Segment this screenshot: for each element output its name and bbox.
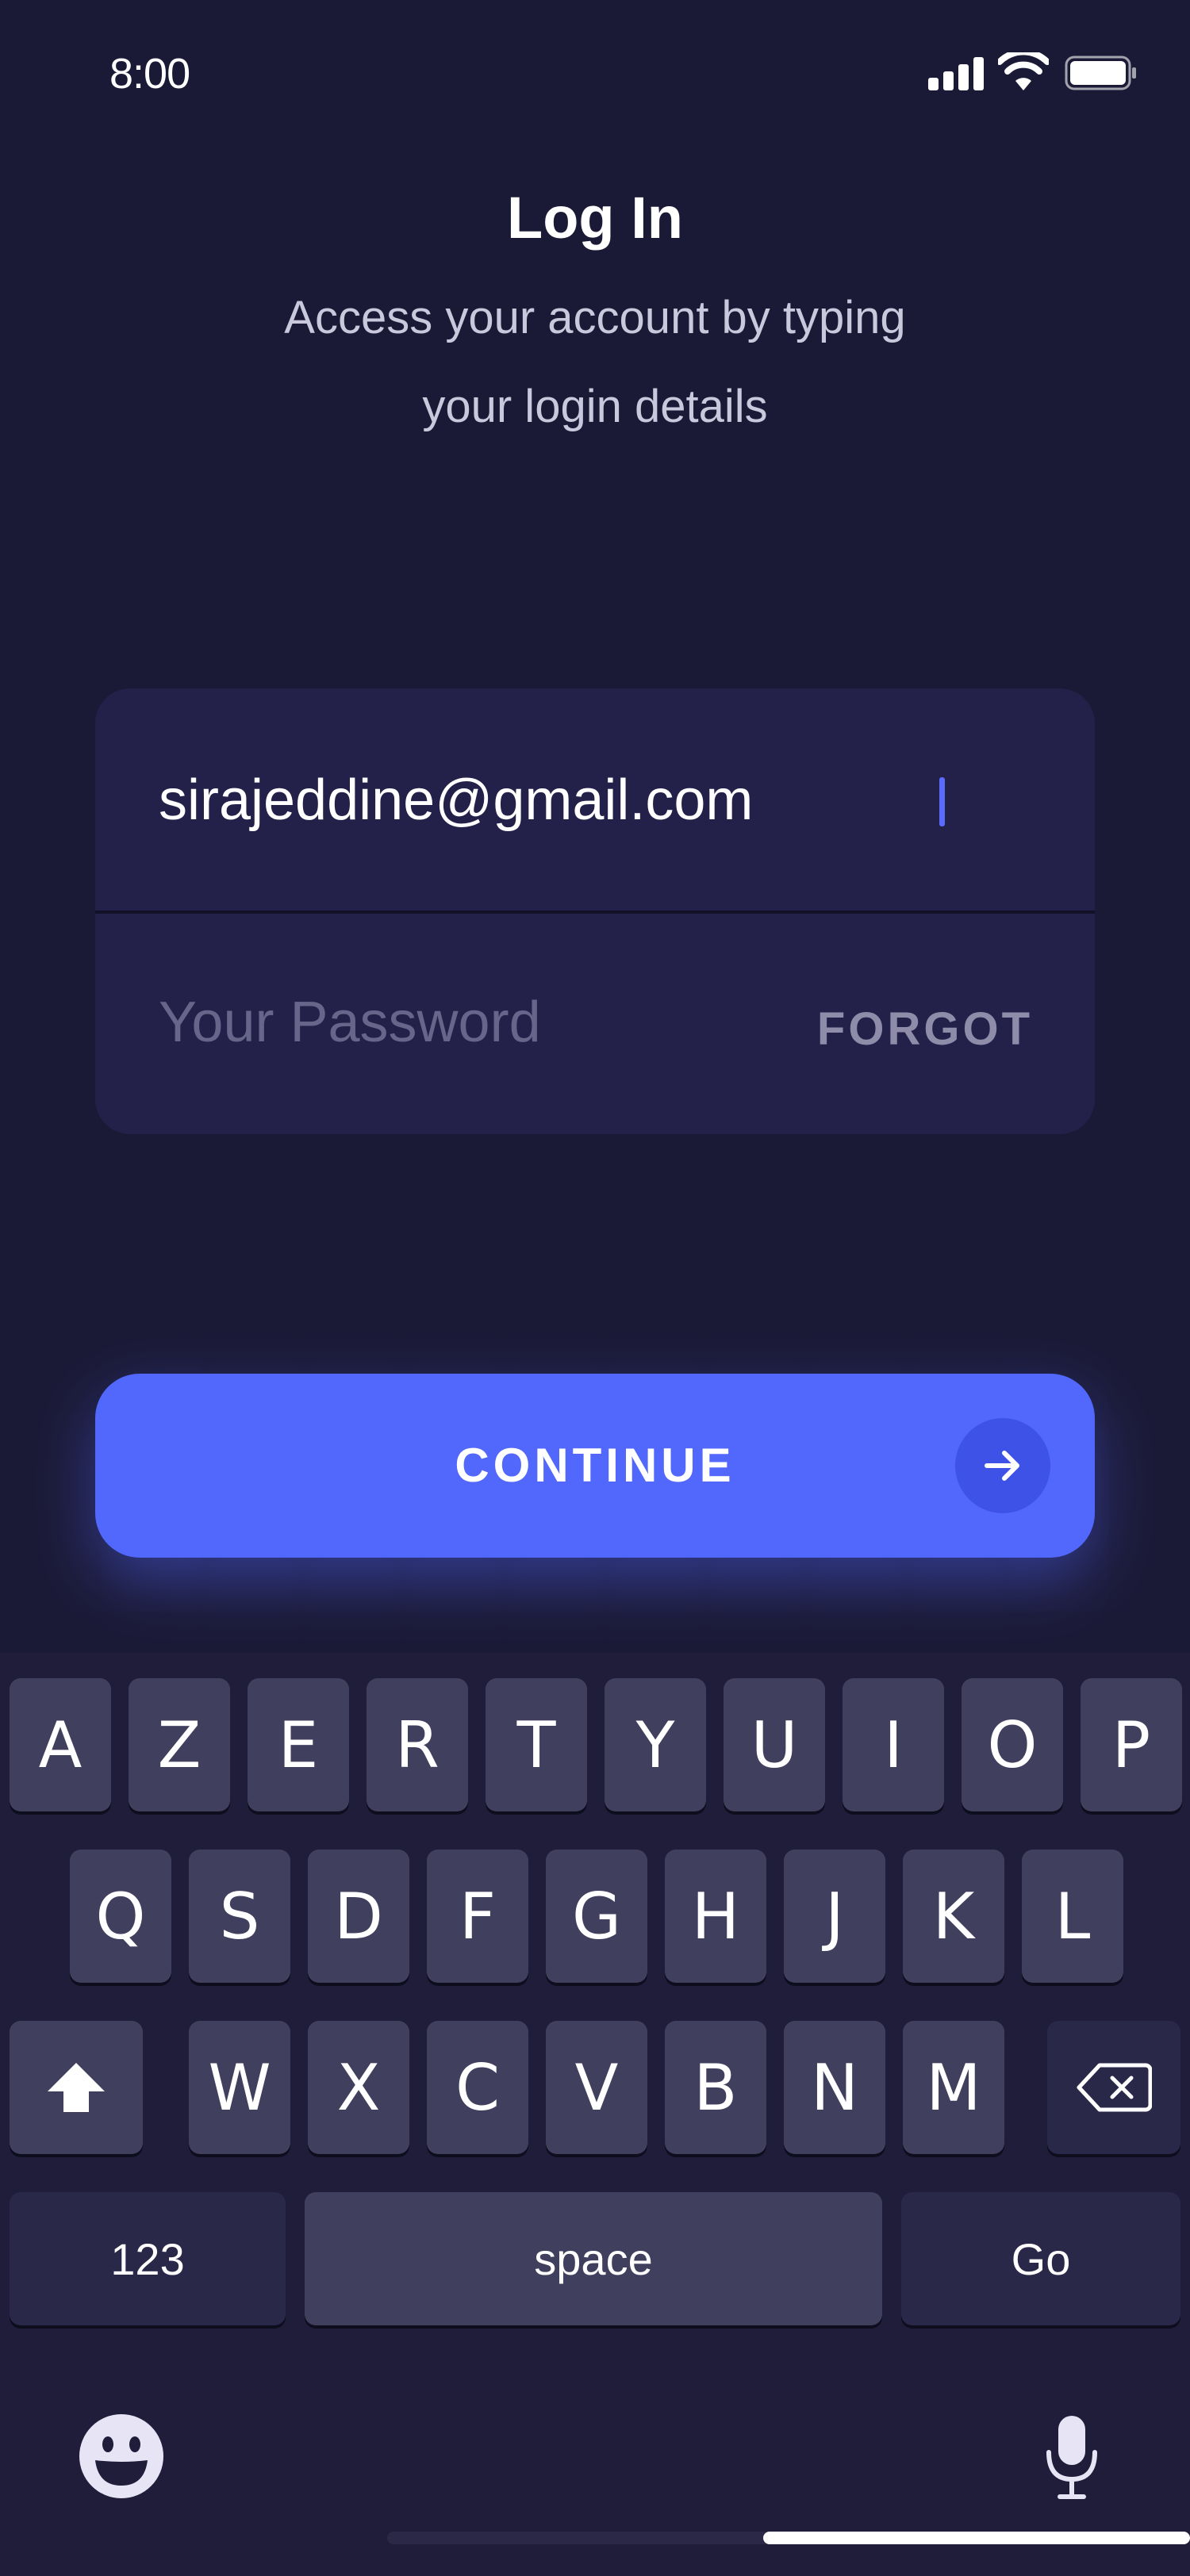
key-e[interactable]: E bbox=[248, 1678, 349, 1811]
key-k[interactable]: K bbox=[903, 1850, 1004, 1983]
login-form-card: sirajeddine@gmail.com Your Password FORG… bbox=[95, 688, 1095, 1134]
key-q[interactable]: Q bbox=[70, 1850, 171, 1983]
arrow-right-icon bbox=[955, 1418, 1050, 1513]
key-v[interactable]: V bbox=[546, 2021, 647, 2154]
page-subtitle: Access your account by typing your login… bbox=[198, 274, 992, 451]
backspace-key[interactable] bbox=[1047, 2021, 1180, 2154]
cellular-signal-icon bbox=[928, 57, 984, 90]
key-n[interactable]: N bbox=[784, 2021, 885, 2154]
password-field[interactable]: Your Password FORGOT bbox=[95, 914, 1095, 1134]
shift-key[interactable] bbox=[10, 2021, 143, 2154]
key-s[interactable]: S bbox=[189, 1850, 290, 1983]
email-value: sirajeddine@gmail.com bbox=[159, 769, 754, 832]
key-c[interactable]: C bbox=[427, 2021, 528, 2154]
continue-label: CONTINUE bbox=[455, 1439, 735, 1492]
subtitle-line: Access your account by typing bbox=[284, 292, 906, 343]
status-time: 8:00 bbox=[109, 50, 190, 98]
status-bar: 8:00 bbox=[0, 0, 1190, 159]
microphone-icon[interactable] bbox=[1044, 2413, 1100, 2501]
key-d[interactable]: D bbox=[308, 1850, 409, 1983]
space-key[interactable]: space bbox=[305, 2192, 882, 2325]
battery-icon bbox=[1065, 56, 1136, 90]
key-u[interactable]: U bbox=[724, 1678, 825, 1811]
numbers-key[interactable]: 123 bbox=[10, 2192, 286, 2325]
keyboard: A Z E R T Y U I O P Q S D F G H J K L W … bbox=[0, 1653, 1190, 2576]
key-x[interactable]: X bbox=[308, 2021, 409, 2154]
key-h[interactable]: H bbox=[665, 1850, 766, 1983]
wifi-icon bbox=[998, 52, 1049, 90]
subtitle-line: your login details bbox=[422, 381, 768, 432]
page-title: Log In bbox=[507, 185, 683, 251]
key-w[interactable]: W bbox=[189, 2021, 290, 2154]
home-indicator[interactable] bbox=[763, 2532, 1190, 2544]
key-b[interactable]: B bbox=[665, 2021, 766, 2154]
key-g[interactable]: G bbox=[546, 1850, 647, 1983]
emoji-icon[interactable] bbox=[78, 2413, 165, 2500]
key-y[interactable]: Y bbox=[605, 1678, 706, 1811]
key-i[interactable]: I bbox=[843, 1678, 944, 1811]
key-t[interactable]: T bbox=[486, 1678, 587, 1811]
go-key[interactable]: Go bbox=[901, 2192, 1180, 2325]
key-m[interactable]: M bbox=[903, 2021, 1004, 2154]
key-f[interactable]: F bbox=[427, 1850, 528, 1983]
email-field[interactable]: sirajeddine@gmail.com bbox=[95, 688, 1095, 910]
continue-button[interactable]: CONTINUE bbox=[95, 1374, 1095, 1558]
key-j[interactable]: J bbox=[784, 1850, 885, 1983]
shift-icon bbox=[48, 2063, 105, 2112]
key-r[interactable]: R bbox=[367, 1678, 468, 1811]
forgot-password-link[interactable]: FORGOT bbox=[817, 1002, 1033, 1056]
backspace-icon bbox=[1077, 2063, 1152, 2112]
key-p[interactable]: P bbox=[1081, 1678, 1182, 1811]
key-a[interactable]: A bbox=[10, 1678, 111, 1811]
text-caret bbox=[939, 777, 945, 826]
key-z[interactable]: Z bbox=[129, 1678, 230, 1811]
key-o[interactable]: O bbox=[962, 1678, 1063, 1811]
key-l[interactable]: L bbox=[1022, 1850, 1123, 1983]
password-placeholder: Your Password bbox=[159, 991, 541, 1054]
